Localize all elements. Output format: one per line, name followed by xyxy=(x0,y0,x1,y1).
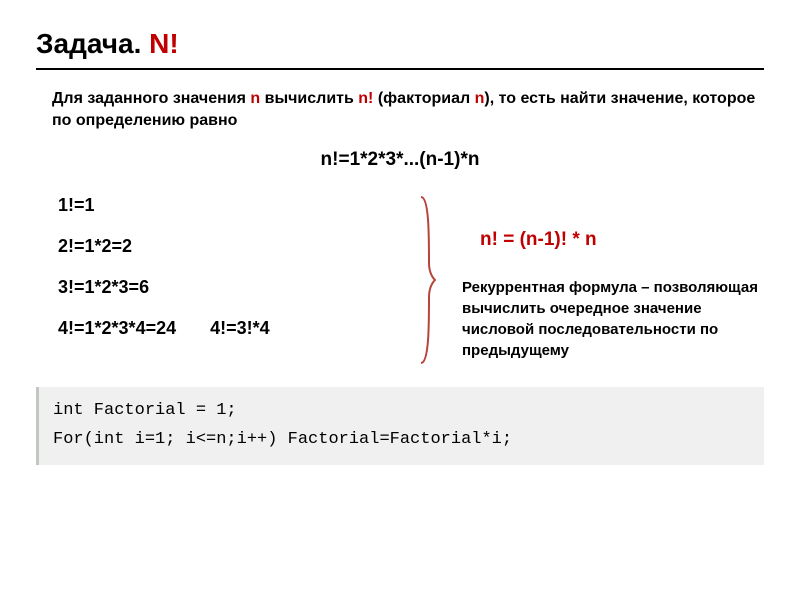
code-line-1: int Factorial = 1; xyxy=(53,397,750,426)
example-4: 4!=1*2*3*4=24 xyxy=(58,318,176,339)
intro-p3: (факториал xyxy=(373,90,474,107)
brace-column xyxy=(418,195,438,361)
intro-n3: n xyxy=(475,90,485,107)
recurrent-column: n! = (n-1)! * n Рекуррентная формула – п… xyxy=(438,195,764,361)
title-accent: N! xyxy=(149,28,179,59)
intro-n2: n! xyxy=(358,90,373,107)
examples-column: 1!=1 2!=1*2=2 3!=1*2*3=6 4!=1*2*3*4=24 4… xyxy=(36,195,418,361)
intro-n1: n xyxy=(250,90,260,107)
middle-section: 1!=1 2!=1*2=2 3!=1*2*3=6 4!=1*2*3*4=24 4… xyxy=(36,195,764,361)
example-2: 2!=1*2=2 xyxy=(58,236,418,257)
code-block: int Factorial = 1; For(int i=1; i<=n;i++… xyxy=(36,387,764,465)
brace-icon xyxy=(418,195,436,365)
example-4b: 4!=3!*4 xyxy=(210,318,270,339)
slide-title: Задача. N! xyxy=(36,28,764,60)
title-rule xyxy=(36,68,764,70)
example-3: 3!=1*2*3=6 xyxy=(58,277,418,298)
intro-paragraph: Для заданного значения n вычислить n! (ф… xyxy=(36,88,764,131)
intro-p1: Для заданного значения xyxy=(52,90,250,107)
main-formula: n!=1*2*3*...(n-1)*n xyxy=(36,149,764,171)
intro-p2: вычислить xyxy=(260,90,358,107)
recurrent-formula: n! = (n-1)! * n xyxy=(462,229,764,251)
code-line-2: For(int i=1; i<=n;i++) Factorial=Factori… xyxy=(53,426,750,455)
recurrent-text: Рекуррентная формула – позволяющая вычис… xyxy=(462,277,764,361)
example-1: 1!=1 xyxy=(58,195,418,216)
title-main: Задача. xyxy=(36,28,141,59)
